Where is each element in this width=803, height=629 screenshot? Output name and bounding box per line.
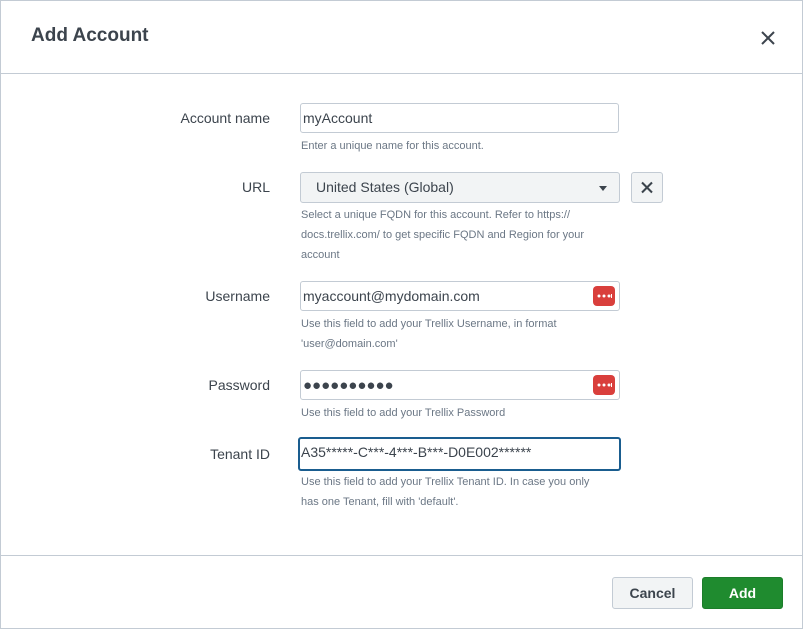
dialog-footer: Cancel Add [1,555,802,629]
dialog-header: Add Account [1,1,802,74]
password-manager-icon[interactable] [593,286,615,306]
dialog-title: Add Account [31,25,149,46]
url-help-line: account [301,249,340,261]
tenant-id-help-line: Use this field to add your Trellix Tenan… [301,476,590,488]
password-manager-icon[interactable] [593,375,615,395]
url-clear-button[interactable] [631,172,663,203]
url-help: Select a unique FQDN for this account. R… [301,205,621,265]
username-help-line: Use this field to add your Trellix Usern… [301,318,557,330]
account-name-value: myAccount [303,110,373,126]
username-help-line: 'user@domain.com' [301,338,398,350]
username-value: myaccount@mydomain.com [303,288,480,304]
caret-down-icon [599,186,607,191]
username-input[interactable]: myaccount@mydomain.com [300,281,620,311]
url-help-line: Select a unique FQDN for this account. R… [301,209,571,221]
tenant-id-value: A35*****-C***-4***-B***-D0E002****** [301,444,532,460]
account-name-input[interactable]: myAccount [300,103,619,133]
tenant-id-input[interactable]: A35*****-C***-4***-B***-D0E002****** [298,437,621,471]
add-button[interactable]: Add [702,577,783,609]
url-select[interactable]: United States (Global) [300,172,620,203]
cancel-button[interactable]: Cancel [612,577,693,609]
tenant-id-help: Use this field to add your Trellix Tenan… [301,472,621,512]
close-icon [761,31,775,45]
tenant-id-help-line: has one Tenant, fill with 'default'. [301,496,459,508]
password-input[interactable]: ●●●●●●●●●● [300,370,620,400]
url-selected-value: United States (Global) [316,179,454,195]
account-name-help: Enter a unique name for this account. [301,140,484,152]
close-button[interactable] [755,25,781,51]
add-account-dialog: Add Account Account name myAccount Enter… [0,0,803,629]
username-help: Use this field to add your Trellix Usern… [301,314,621,354]
password-help: Use this field to add your Trellix Passw… [301,407,506,419]
url-help-line: docs.trellix.com/ to get specific FQDN a… [301,229,585,241]
username-label: Username [205,288,270,304]
close-icon [641,181,653,194]
password-label: Password [208,377,270,393]
account-name-label: Account name [180,110,271,126]
tenant-id-label: Tenant ID [210,446,270,462]
password-masked-value: ●●●●●●●●●● [303,377,394,394]
url-label: URL [241,179,270,195]
